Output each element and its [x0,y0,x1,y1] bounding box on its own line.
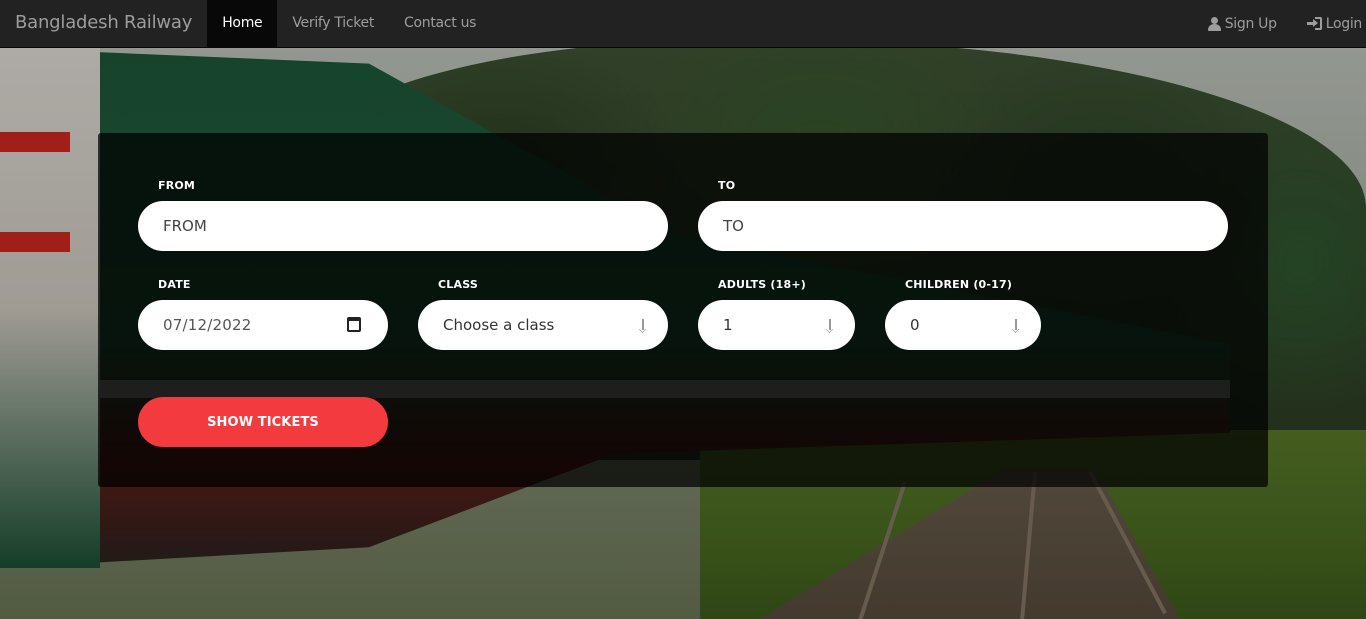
date-input[interactable]: 07/12/2022 [138,300,388,350]
nav-link-home[interactable]: Home [207,0,278,47]
from-label: FROM [158,179,196,192]
signup-label: Sign Up [1224,15,1277,32]
nav-link-verify-ticket[interactable]: Verify Ticket [277,0,389,47]
login-link[interactable]: Login [1292,0,1366,47]
class-selected-value: Choose a class [443,316,555,334]
class-label: CLASS [438,278,478,291]
ticket-search-panel: FROM TO DATE 07/12/2022 CLASS Choose a c… [98,133,1268,487]
to-field-wrapper [698,201,1228,251]
login-label: Login [1325,15,1363,32]
show-tickets-button[interactable]: SHOW TICKETS [138,397,388,447]
brand-title[interactable]: Bangladesh Railway [0,0,207,47]
nav-links: Home Verify Ticket Contact us [207,0,491,47]
class-select[interactable]: Choose a class [418,300,668,350]
nav-link-contact-us[interactable]: Contact us [389,0,491,47]
to-label: TO [718,179,736,192]
date-value: 07/12/2022 [163,316,252,334]
top-navbar: Bangladesh Railway Home Verify Ticket Co… [0,0,1366,48]
date-label: DATE [158,278,191,291]
user-icon [1207,16,1221,31]
adults-select[interactable]: 1 [698,300,855,350]
arrow-down-icon [1011,319,1021,333]
adults-label: ADULTS (18+) [718,278,806,291]
children-label: CHILDREN (0-17) [905,278,1013,291]
arrow-down-icon [825,319,835,333]
calendar-icon[interactable] [347,317,361,332]
to-input[interactable] [723,217,1228,235]
from-field-wrapper [138,201,668,251]
children-select[interactable]: 0 [885,300,1041,350]
children-selected-value: 0 [910,316,920,334]
adults-selected-value: 1 [723,316,733,334]
signup-link[interactable]: Sign Up [1193,0,1292,47]
arrow-down-icon [638,319,648,333]
login-icon [1306,17,1322,30]
nav-auth-links: Sign Up Login [1193,0,1366,47]
from-input[interactable] [163,217,668,235]
